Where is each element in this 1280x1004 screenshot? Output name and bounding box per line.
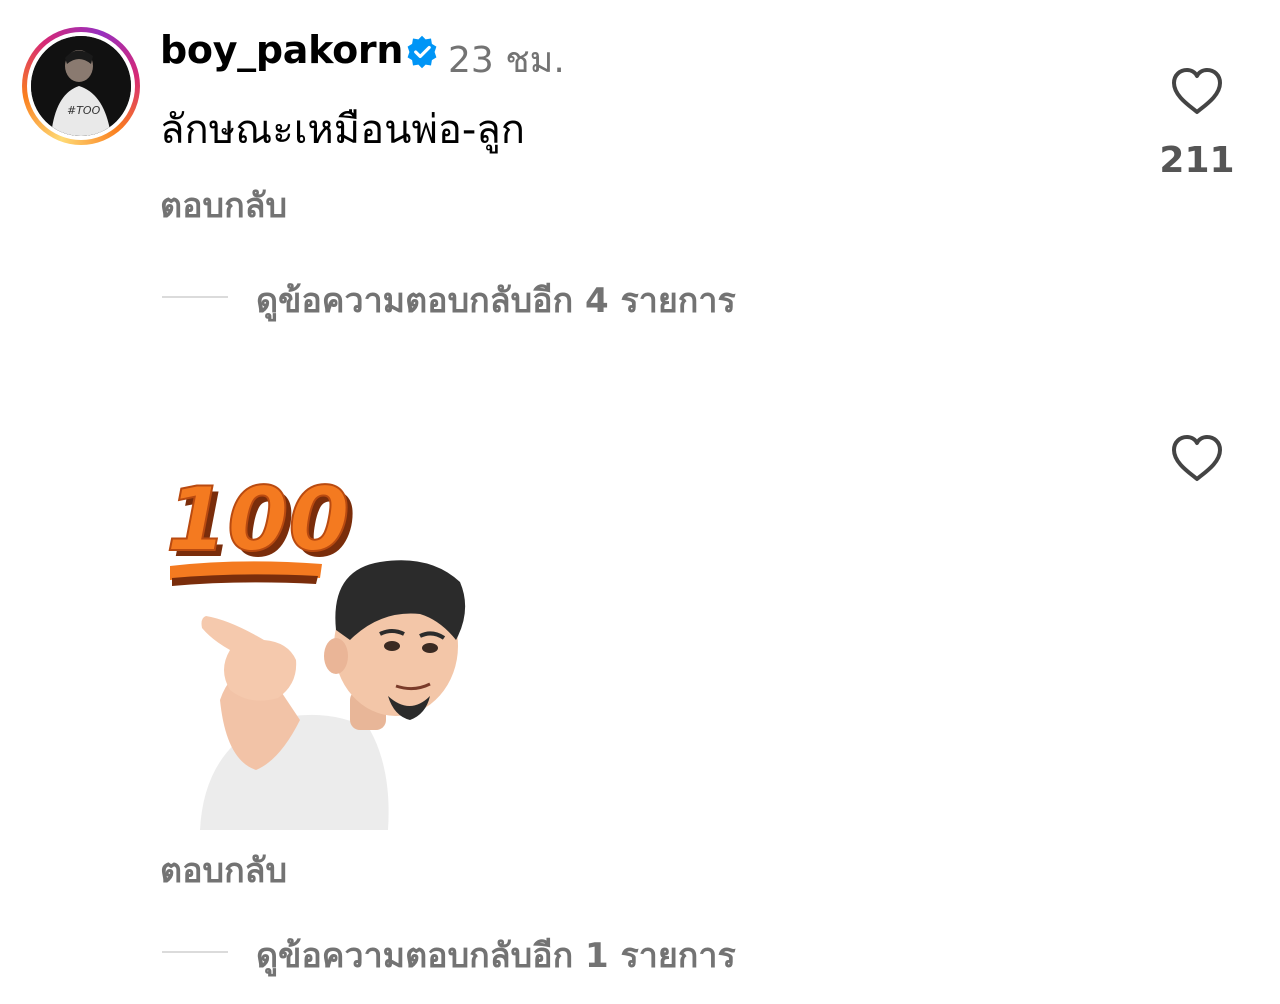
view-replies-button[interactable]: ดูข้อความตอบกลับอีก 4 รายการ xyxy=(256,273,736,327)
avatar-sticker: 100 100 xyxy=(165,470,466,830)
sticker-100-text: 100 xyxy=(166,470,350,571)
comment-text: ลักษณะเหมือนพ่อ-ลูก xyxy=(160,107,526,153)
reply-button[interactable]: ตอบกลับ xyxy=(160,843,287,897)
sticker-eye-right xyxy=(422,643,438,653)
reply-button[interactable]: ตอบกลับ xyxy=(160,178,287,232)
comment-username[interactable]: boy_pakorn xyxy=(160,28,403,72)
avatar-shirt-text: #TOO xyxy=(67,104,101,117)
comment-timestamp: 23 ชม. xyxy=(448,40,565,81)
thread-divider xyxy=(162,296,228,298)
thread-divider xyxy=(162,951,228,953)
avatar-story-ring[interactable]: #TOO xyxy=(22,27,140,145)
like-count: 211 xyxy=(1159,140,1235,181)
heart-outline-icon[interactable] xyxy=(1170,433,1224,483)
heart-outline-icon[interactable] xyxy=(1170,66,1224,116)
avatar-photo: #TOO xyxy=(31,36,131,136)
sticker-ear xyxy=(324,638,348,674)
view-replies-button[interactable]: ดูข้อความตอบกลับอีก 1 รายการ xyxy=(256,928,736,982)
avatar[interactable]: #TOO xyxy=(31,36,131,136)
sticker-eye-left xyxy=(384,641,400,651)
verified-badge-icon xyxy=(407,35,437,69)
sticker-hand xyxy=(201,616,297,701)
